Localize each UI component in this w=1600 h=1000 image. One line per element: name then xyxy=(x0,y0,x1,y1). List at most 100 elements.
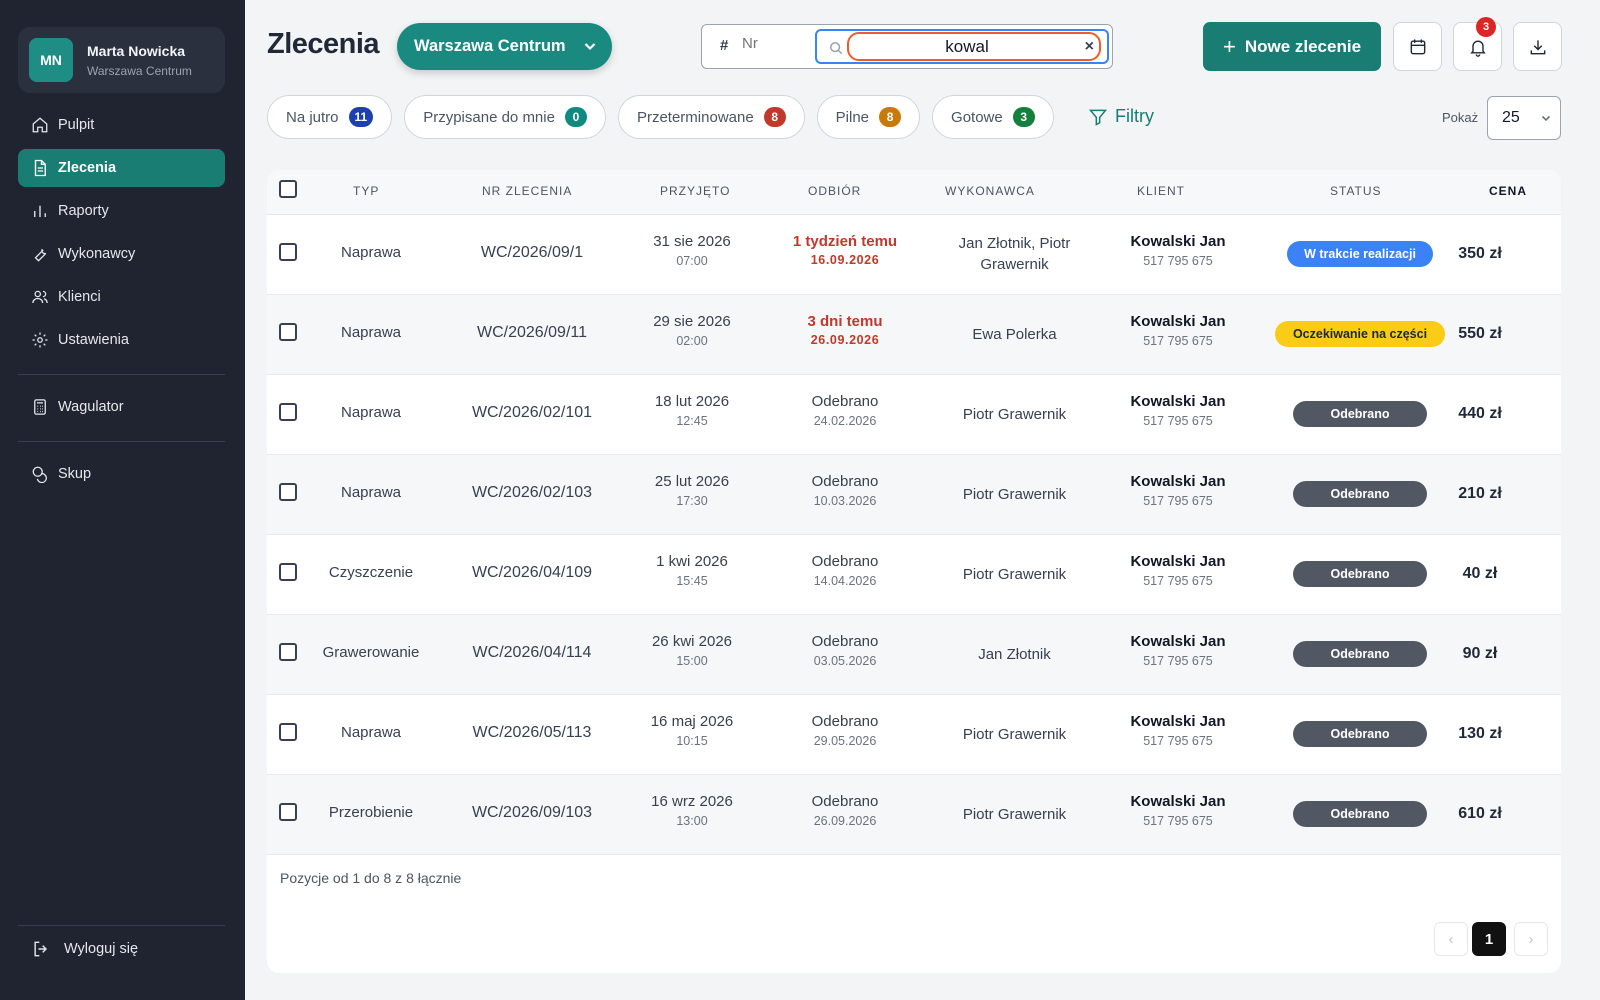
filter-chip-przeterminowane[interactable]: Przeterminowane 8 xyxy=(617,95,805,139)
status-badge: Odebrano xyxy=(1293,481,1427,507)
table-row[interactable]: Naprawa WC/2026/09/1 31 sie 2026 07:00 1… xyxy=(267,215,1561,295)
column-header-klient[interactable]: Klient xyxy=(1137,184,1185,198)
client-phone: 517 795 675 xyxy=(1143,814,1213,828)
table-row[interactable]: Czyszczenie WC/2026/04/109 1 kwi 2026 15… xyxy=(267,535,1561,615)
client-name: Kowalski Jan xyxy=(1130,313,1226,330)
order-price: 440 zł xyxy=(1458,405,1502,422)
client-cell[interactable]: Kowalski Jan 517 795 675 xyxy=(1103,793,1253,828)
clear-search-icon[interactable]: × xyxy=(1085,38,1094,56)
client-cell[interactable]: Kowalski Jan 517 795 675 xyxy=(1103,713,1253,748)
notifications-button[interactable]: 3 xyxy=(1453,17,1502,71)
order-number[interactable]: WC/2026/09/103 xyxy=(447,804,617,822)
sidebar-item-skup[interactable]: Skup xyxy=(18,455,225,493)
pickup-cell: Odebrano 14.04.2026 xyxy=(770,553,920,588)
client-search-field[interactable]: × xyxy=(815,29,1109,64)
column-header-wykonawca[interactable]: Wykonawca xyxy=(945,184,1035,198)
received-cell: 31 sie 2026 07:00 xyxy=(622,233,762,268)
filter-chip-przypisane[interactable]: Przypisane do mnie 0 xyxy=(404,95,606,139)
client-cell[interactable]: Kowalski Jan 517 795 675 xyxy=(1103,313,1253,348)
sidebar-item-zlecenia[interactable]: Zlecenia xyxy=(18,149,225,187)
row-checkbox[interactable] xyxy=(279,723,297,741)
sidebar-item-ustawienia[interactable]: Ustawienia xyxy=(18,321,225,359)
column-header-nr[interactable]: Nr zlecenia xyxy=(482,184,572,198)
logout-button[interactable]: Wyloguj się xyxy=(18,929,225,969)
chip-count: 8 xyxy=(879,107,902,127)
received-time: 02:00 xyxy=(676,334,708,348)
received-time: 17:30 xyxy=(676,494,708,508)
column-header-status[interactable]: Status xyxy=(1330,184,1382,198)
download-button[interactable] xyxy=(1513,22,1562,71)
received-cell: 25 lut 2026 17:30 xyxy=(622,473,762,508)
sidebar-item-raporty[interactable]: Raporty xyxy=(18,192,225,230)
client-name: Kowalski Jan xyxy=(1130,393,1226,410)
table-row[interactable]: Przerobienie WC/2026/09/103 16 wrz 2026 … xyxy=(267,775,1561,855)
order-number[interactable]: WC/2026/04/109 xyxy=(447,564,617,582)
client-phone: 517 795 675 xyxy=(1143,254,1213,268)
sidebar-item-label: Ustawienia xyxy=(58,332,129,348)
row-checkbox[interactable] xyxy=(279,323,297,341)
table-row[interactable]: Naprawa WC/2026/09/11 29 sie 2026 02:00 … xyxy=(267,295,1561,375)
received-cell: 29 sie 2026 02:00 xyxy=(622,313,762,348)
branch-select[interactable]: Warszawa Centrum xyxy=(397,23,612,70)
table-row[interactable]: Naprawa WC/2026/02/103 25 lut 2026 17:30… xyxy=(267,455,1561,535)
page-size-select[interactable]: 25 xyxy=(1487,96,1561,140)
order-number[interactable]: WC/2026/09/1 xyxy=(447,244,617,262)
sidebar-divider xyxy=(18,374,225,375)
user-card[interactable]: MN Marta Nowicka Warszawa Centrum xyxy=(18,27,225,93)
page-size-value: 25 xyxy=(1502,109,1520,126)
pickup-status: Odebrano xyxy=(811,473,879,490)
client-cell[interactable]: Kowalski Jan 517 795 675 xyxy=(1103,633,1253,668)
order-number[interactable]: WC/2026/09/11 xyxy=(447,324,617,342)
select-all-checkbox[interactable] xyxy=(279,180,297,198)
order-number[interactable]: WC/2026/02/101 xyxy=(447,404,617,422)
order-number-input[interactable] xyxy=(742,35,802,52)
filter-chip-pilne[interactable]: Pilne 8 xyxy=(816,95,921,139)
sidebar-item-pulpit[interactable]: Pulpit xyxy=(18,106,225,144)
row-checkbox[interactable] xyxy=(279,403,297,421)
client-cell[interactable]: Kowalski Jan 517 795 675 xyxy=(1103,233,1253,268)
column-header-przyjeto[interactable]: Przyjęto xyxy=(660,184,730,198)
new-order-button[interactable]: + Nowe zlecenie xyxy=(1203,22,1381,71)
order-number[interactable]: WC/2026/05/113 xyxy=(447,724,617,742)
client-search-input[interactable] xyxy=(857,37,1077,57)
order-type: Naprawa xyxy=(340,404,402,421)
row-checkbox[interactable] xyxy=(279,243,297,261)
client-cell[interactable]: Kowalski Jan 517 795 675 xyxy=(1103,553,1253,588)
column-header-cena[interactable]: Cena xyxy=(1489,184,1527,198)
calendar-button[interactable] xyxy=(1393,22,1442,71)
page-1-button[interactable]: 1 xyxy=(1472,922,1506,956)
pickup-date: 24.02.2026 xyxy=(813,414,877,428)
client-cell[interactable]: Kowalski Jan 517 795 675 xyxy=(1103,473,1253,508)
received-time: 15:45 xyxy=(676,574,708,588)
hash-icon: # xyxy=(720,37,729,54)
table-row[interactable]: Grawerowanie WC/2026/04/114 26 kwi 2026 … xyxy=(267,615,1561,695)
order-number[interactable]: WC/2026/02/103 xyxy=(447,484,617,502)
quick-filters: Na jutro 11 Przypisane do mnie 0 Przeter… xyxy=(267,95,1054,139)
filter-chip-na-jutro[interactable]: Na jutro 11 xyxy=(267,95,393,139)
row-checkbox[interactable] xyxy=(279,563,297,581)
row-checkbox[interactable] xyxy=(279,803,297,821)
pickup-cell: 3 dni temu 26.09.2026 xyxy=(770,313,920,347)
sidebar-item-wykonawcy[interactable]: Wykonawcy xyxy=(18,235,225,273)
column-header-typ[interactable]: Typ xyxy=(353,184,379,198)
chip-label: Przeterminowane xyxy=(636,108,754,126)
filter-chip-gotowe[interactable]: Gotowe 3 xyxy=(932,95,1054,139)
received-date: 29 sie 2026 xyxy=(653,313,731,330)
received-time: 07:00 xyxy=(676,254,708,268)
sidebar-divider xyxy=(18,925,225,926)
prev-page-button[interactable]: ‹ xyxy=(1434,922,1468,956)
column-header-odbior[interactable]: Odbiór xyxy=(808,184,861,198)
row-checkbox[interactable] xyxy=(279,483,297,501)
received-date: 31 sie 2026 xyxy=(653,233,731,250)
sidebar-item-wagulator[interactable]: Wagulator xyxy=(18,388,225,426)
order-number[interactable]: WC/2026/04/114 xyxy=(447,644,617,662)
next-page-button[interactable]: › xyxy=(1514,922,1548,956)
filters-button[interactable]: Filtry xyxy=(1088,106,1154,127)
table-row[interactable]: Naprawa WC/2026/05/113 16 maj 2026 10:15… xyxy=(267,695,1561,775)
document-icon xyxy=(34,159,46,177)
sidebar-item-label: Pulpit xyxy=(58,117,95,133)
row-checkbox[interactable] xyxy=(279,643,297,661)
sidebar-item-klienci[interactable]: Klienci xyxy=(18,278,225,316)
table-row[interactable]: Naprawa WC/2026/02/101 18 lut 2026 12:45… xyxy=(267,375,1561,455)
client-cell[interactable]: Kowalski Jan 517 795 675 xyxy=(1103,393,1253,428)
